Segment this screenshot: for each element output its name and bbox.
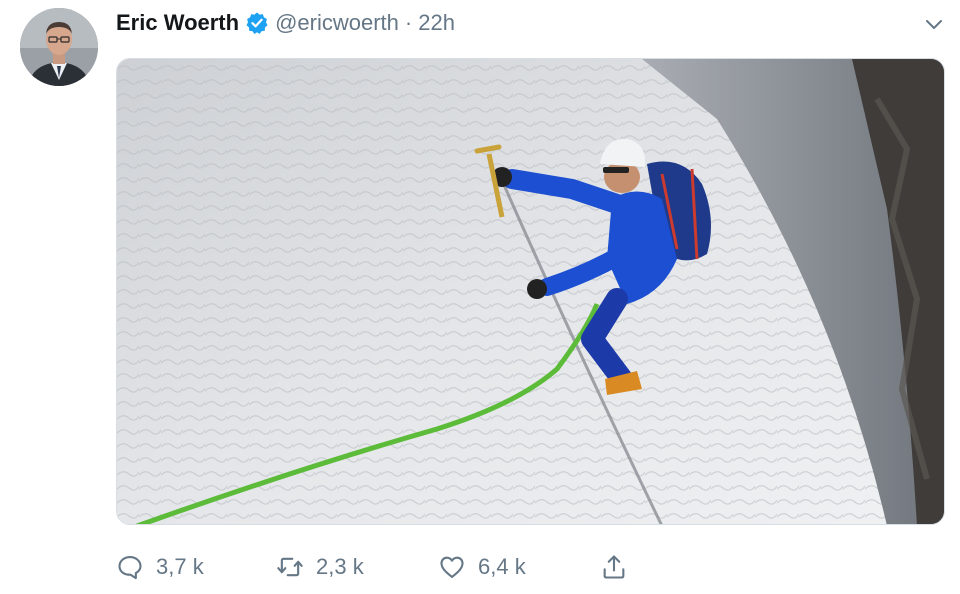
separator-dot: · bbox=[404, 10, 413, 35]
tweet-menu-button[interactable] bbox=[921, 11, 947, 37]
retweet-count: 2,3 k bbox=[316, 554, 364, 579]
retweet-arrows-icon bbox=[277, 557, 303, 577]
heart-icon bbox=[440, 556, 464, 578]
author-handle[interactable]: @ericwoerth bbox=[275, 10, 399, 36]
author-name[interactable]: Eric Woerth bbox=[116, 10, 239, 36]
chevron-down-icon bbox=[926, 20, 942, 29]
avatar-photo bbox=[20, 8, 98, 86]
like-count: 6,4 k bbox=[478, 554, 526, 579]
climber-photo bbox=[117, 59, 944, 524]
avatar[interactable] bbox=[20, 8, 98, 86]
tweet-actions: 3,7 k 2,3 k 6,4 k bbox=[116, 549, 656, 585]
timestamp[interactable]: 22h bbox=[418, 10, 455, 36]
share-button[interactable] bbox=[600, 549, 628, 585]
like-button[interactable]: 6,4 k bbox=[438, 549, 526, 585]
tweet-media-photo[interactable] bbox=[116, 58, 945, 525]
tweet-header: Eric Woerth @ericwoerth · 22h bbox=[116, 8, 455, 38]
share-upload-icon bbox=[603, 555, 625, 579]
reply-button[interactable]: 3,7 k bbox=[116, 549, 204, 585]
verified-badge-icon bbox=[245, 11, 269, 35]
speech-bubble-icon bbox=[118, 556, 142, 580]
reply-count: 3,7 k bbox=[156, 554, 204, 579]
retweet-button[interactable]: 2,3 k bbox=[276, 549, 364, 585]
